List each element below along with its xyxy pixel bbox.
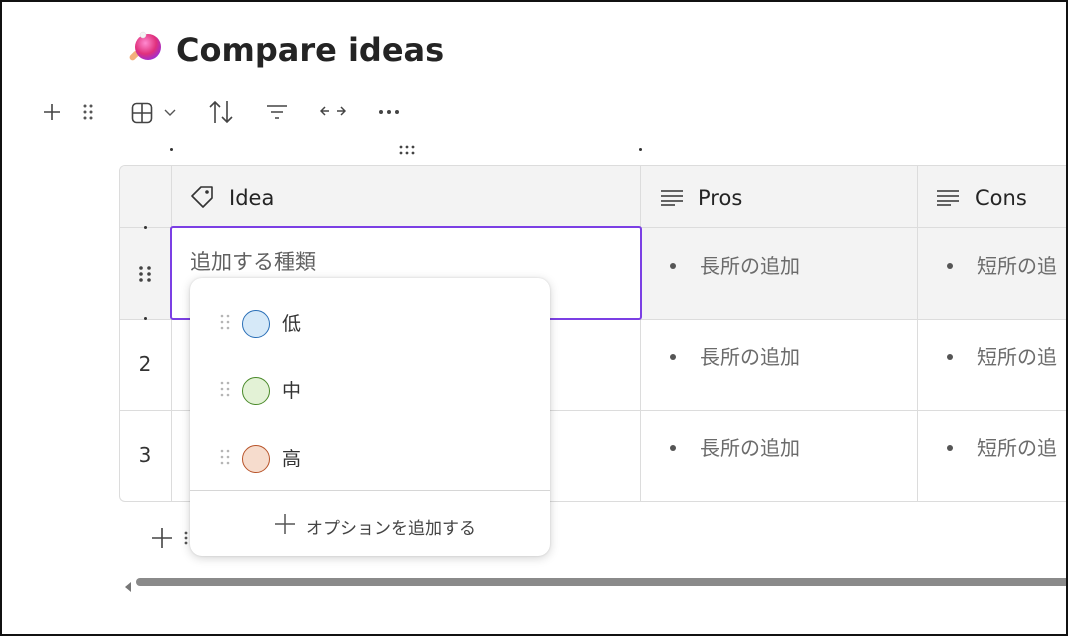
scroll-left-arrow-icon[interactable] — [124, 577, 132, 596]
drag-handle-icon[interactable] — [80, 102, 96, 122]
row-handle-dot — [144, 226, 147, 229]
cons-cell[interactable]: 短所の追 — [977, 252, 1057, 280]
option-medium[interactable]: 中 — [190, 353, 550, 419]
chevron-down-icon[interactable] — [162, 106, 178, 120]
more-options-icon[interactable] — [376, 102, 402, 122]
bullet — [947, 263, 953, 269]
pros-cell[interactable]: 長所の追加 — [700, 343, 800, 371]
bullet — [947, 354, 953, 360]
bullet — [947, 445, 953, 451]
column-header-cons[interactable]: Cons — [975, 184, 1027, 212]
add-option-button[interactable]: オプションを追加する — [274, 512, 476, 540]
option-drag-handle-icon[interactable] — [220, 449, 230, 469]
plus-icon — [274, 513, 296, 540]
column-width-icon[interactable] — [319, 102, 347, 120]
pros-cell[interactable]: 長所の追加 — [700, 434, 800, 462]
column-drag-handle-icon[interactable] — [398, 144, 416, 156]
option-high[interactable]: 高 — [190, 421, 550, 487]
bullet — [670, 445, 676, 451]
column-divider — [171, 166, 172, 501]
window-frame: Compare ideas Idea Pros Cons 長所の追加 短所の追 … — [0, 0, 1068, 636]
text-lines-icon — [660, 190, 684, 210]
row-handle-dot — [144, 317, 147, 320]
column-divider — [640, 166, 641, 501]
row-drag-handle-icon[interactable] — [138, 265, 152, 287]
column-handle-dot — [639, 148, 642, 151]
tag-icon — [190, 184, 216, 212]
page-title: Compare ideas — [176, 31, 445, 69]
column-handle-dot — [170, 148, 173, 151]
bullet — [670, 263, 676, 269]
table-view-icon[interactable] — [129, 100, 155, 126]
add-option-label: オプションを追加する — [306, 518, 476, 539]
plus-icon[interactable] — [40, 100, 64, 124]
option-drag-handle-icon[interactable] — [220, 381, 230, 401]
column-divider — [917, 166, 918, 501]
option-color-swatch[interactable] — [242, 445, 270, 473]
filter-icon[interactable] — [264, 102, 290, 122]
dropdown-divider — [190, 490, 550, 491]
row-number: 2 — [138, 352, 152, 376]
option-color-swatch[interactable] — [242, 310, 270, 338]
option-low[interactable]: 低 — [190, 286, 550, 352]
choice-options-dropdown: 低 中 高 オプションを追加する — [190, 278, 550, 556]
option-label: 中 — [282, 380, 302, 402]
column-header-idea[interactable]: Idea — [229, 184, 274, 212]
sort-icon[interactable] — [206, 98, 236, 126]
row-number: 3 — [138, 443, 152, 467]
option-label: 低 — [282, 313, 302, 335]
ping-pong-paddle-icon[interactable] — [126, 30, 166, 70]
cons-cell[interactable]: 短所の追 — [977, 434, 1057, 462]
option-drag-handle-icon[interactable] — [220, 314, 230, 334]
idea-input-placeholder[interactable]: 追加する種類 — [190, 248, 316, 276]
text-lines-icon — [936, 190, 960, 210]
pros-cell[interactable]: 長所の追加 — [700, 252, 800, 280]
cons-cell[interactable]: 短所の追 — [977, 343, 1057, 371]
horizontal-scrollbar-thumb[interactable] — [136, 578, 1066, 586]
column-header-pros[interactable]: Pros — [698, 184, 742, 212]
option-label: 高 — [282, 448, 302, 470]
bullet — [670, 354, 676, 360]
option-color-swatch[interactable] — [242, 377, 270, 405]
add-row-plus-icon[interactable] — [150, 526, 174, 554]
